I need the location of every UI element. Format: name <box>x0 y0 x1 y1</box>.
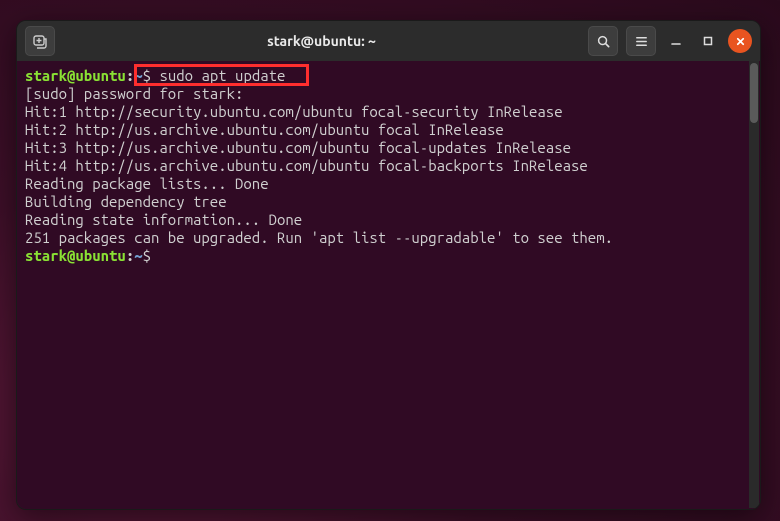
titlebar-left <box>25 26 55 56</box>
prompt-user: stark@ubuntu <box>25 67 126 84</box>
menu-button[interactable] <box>626 26 656 56</box>
search-icon <box>596 34 611 49</box>
prompt-colon: : <box>126 67 134 84</box>
maximize-button[interactable] <box>696 29 720 53</box>
prompt-path: ~ <box>134 67 142 84</box>
output-line: Reading package lists... Done <box>25 175 269 192</box>
output-line: Hit:2 http://us.archive.ubuntu.com/ubunt… <box>25 121 504 138</box>
new-tab-icon <box>32 33 48 49</box>
maximize-icon <box>702 35 714 47</box>
terminal-window: stark@ubuntu: ~ <box>16 20 761 510</box>
titlebar-right <box>588 26 752 56</box>
hamburger-icon <box>634 34 649 49</box>
output-line: Building dependency tree <box>25 193 227 210</box>
titlebar: stark@ubuntu: ~ <box>17 21 760 61</box>
minimize-button[interactable] <box>664 29 688 53</box>
command-text: sudo apt update <box>159 67 285 84</box>
prompt-dollar: $ <box>143 247 160 264</box>
prompt-user: stark@ubuntu <box>25 247 126 264</box>
output-line: Hit:4 http://us.archive.ubuntu.com/ubunt… <box>25 157 588 174</box>
window-title: stark@ubuntu: ~ <box>55 33 588 49</box>
prompt-dollar: $ <box>143 67 160 84</box>
scrollbar-thumb[interactable] <box>750 63 758 123</box>
search-button[interactable] <box>588 26 618 56</box>
new-tab-button[interactable] <box>25 26 55 56</box>
prompt-colon: : <box>126 247 134 264</box>
output-line: Reading state information... Done <box>25 211 302 228</box>
terminal-body[interactable]: stark@ubuntu:~$ sudo apt update [sudo] p… <box>17 61 760 509</box>
prompt-path: ~ <box>134 247 142 264</box>
close-button[interactable] <box>728 29 752 53</box>
close-icon <box>735 36 746 47</box>
minimize-icon <box>670 35 682 47</box>
output-line: Hit:3 http://us.archive.ubuntu.com/ubunt… <box>25 139 571 156</box>
output-line: [sudo] password for stark: <box>25 85 243 102</box>
output-line: 251 packages can be upgraded. Run 'apt l… <box>25 229 613 246</box>
scrollbar[interactable] <box>749 61 759 508</box>
output-line: Hit:1 http://security.ubuntu.com/ubuntu … <box>25 103 563 120</box>
